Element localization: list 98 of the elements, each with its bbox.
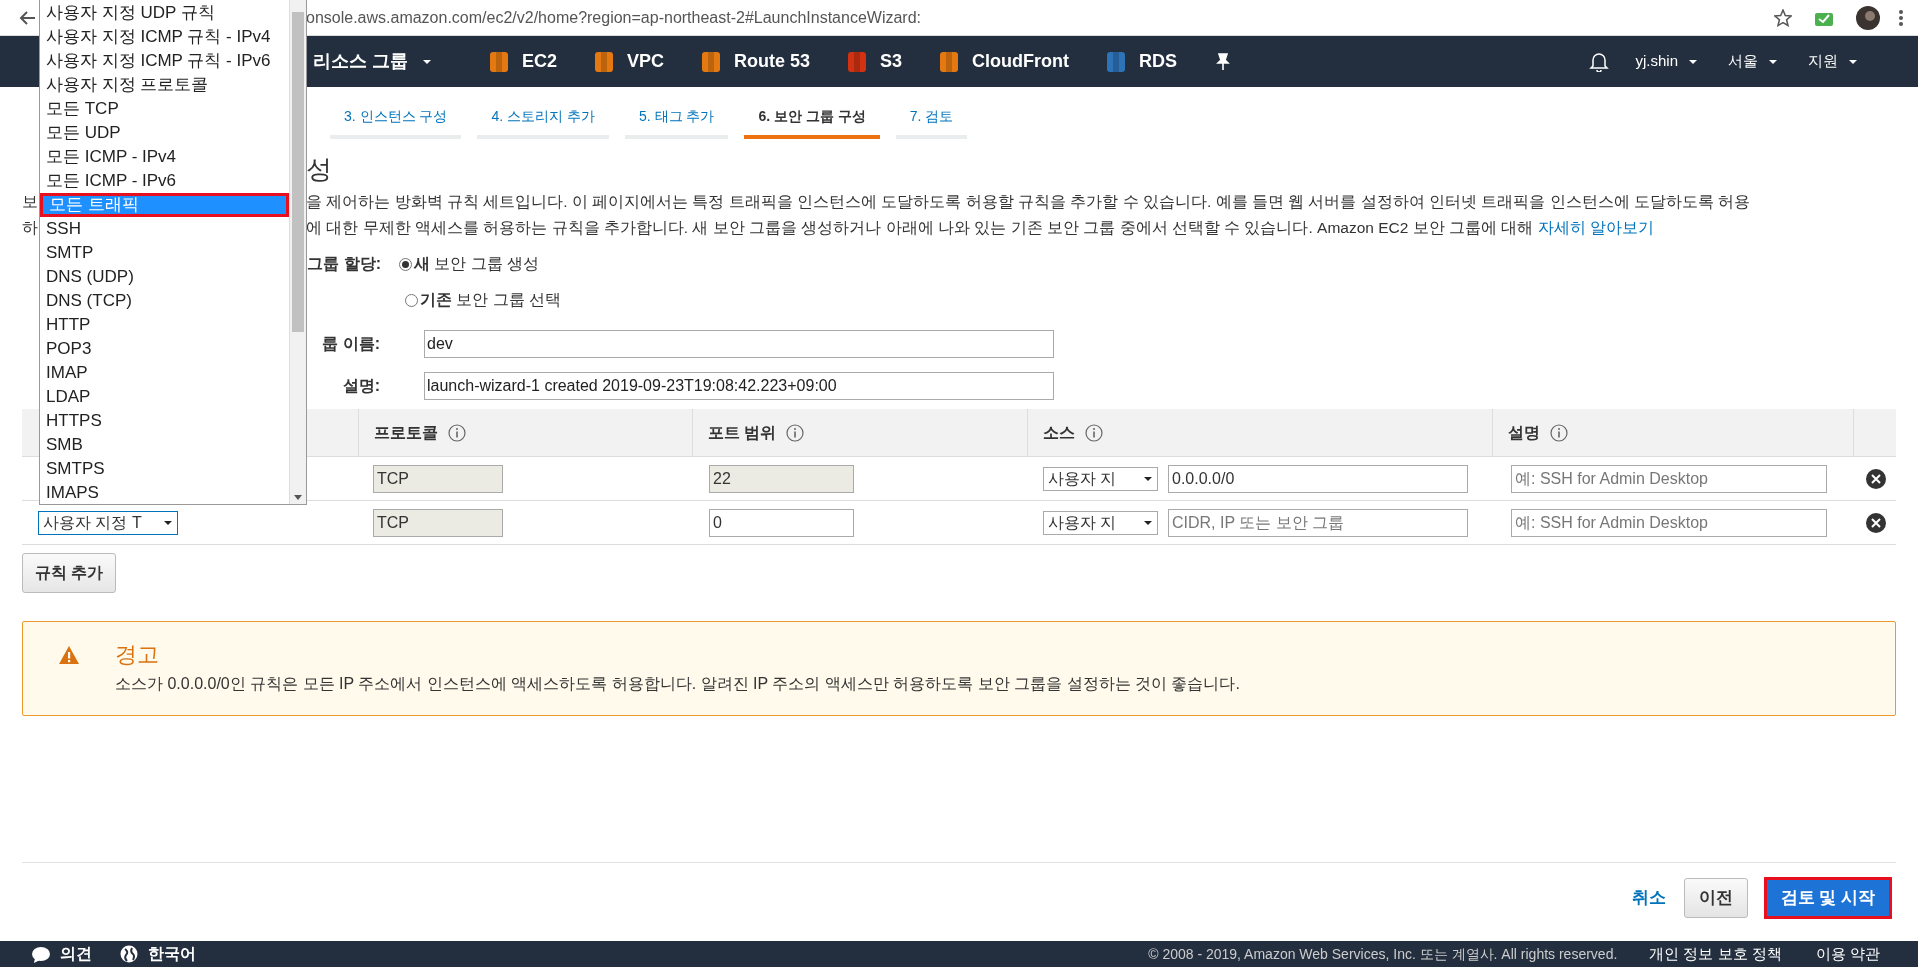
feedback-link[interactable]: 의견 [32, 942, 92, 966]
dropdown-option[interactable]: SMTPS [40, 457, 289, 481]
radio-option[interactable]: 기존 보안 그룹 선택 [405, 288, 562, 312]
caret-icon [1848, 58, 1858, 65]
info-icon[interactable] [1085, 423, 1103, 442]
dropdown-option[interactable]: 사용자 지정 프로토콜 [40, 73, 289, 97]
column-header: 포트 범위 [708, 422, 777, 443]
service-link[interactable]: RDS [1105, 48, 1178, 75]
service-link[interactable]: VPC [593, 48, 665, 75]
type-select[interactable]: 사용자 지정 T [38, 510, 178, 535]
scroll-down-icon[interactable] [294, 495, 302, 500]
caret-icon [1688, 58, 1698, 65]
caret-icon [1768, 58, 1778, 65]
dropdown-option[interactable]: SMTP [40, 241, 289, 265]
dropdown-option[interactable]: LDAP [40, 385, 289, 409]
dropdown-option[interactable]: HTTPS [40, 409, 289, 433]
radio-button[interactable] [405, 293, 418, 307]
caret-icon [1143, 475, 1153, 482]
wizard-step-tab[interactable]: 5. 태그 추가 [624, 106, 729, 139]
scrollbar-thumb[interactable] [292, 12, 304, 332]
service-link[interactable]: Route 53 [700, 48, 811, 75]
dropdown-option[interactable]: IMAP [40, 361, 289, 385]
add-rule-button[interactable]: 규칙 추가 [22, 553, 117, 593]
text-input[interactable]: launch-wizard-1 created 2019-09-23T19:08:42.223+09:00 [424, 372, 1054, 400]
field-label: 설명: [342, 376, 380, 396]
source-input[interactable]: 0.0.0.0/0 [1168, 464, 1468, 493]
footer-link[interactable]: 개인 정보 보호 정책 [1649, 942, 1782, 966]
description-text: 보 [22, 193, 38, 211]
dropdown-option[interactable]: 사용자 지정 UDP 규칙 [40, 1, 289, 25]
bookmark-star-icon[interactable] [1774, 8, 1792, 27]
description-text: 을 제어하는 방화벽 규칙 세트입니다. 이 페이지에서는 특정 트래픽을 인스턴스에 도달하도록 허용할 규칙을 추가할 수 있습니다. 예를 들면 웹 서버를 설정하여 인터넷 트래픽을 인스턴스에 도달하도록 허용 [306, 192, 1751, 213]
language-link[interactable]: 한국어 [120, 942, 196, 966]
dropdown-option[interactable]: 모든 UDP [40, 121, 289, 145]
dropdown-option[interactable]: 모든 ICMP - IPv6 [40, 169, 289, 193]
address-bar-url[interactable]: onsole.aws.amazon.com/ec2/v2/home?region=ap-northeast-2#LaunchInstanceWizard: [306, 5, 922, 30]
column-header: 설명 [1508, 422, 1540, 443]
warning-icon [58, 645, 80, 665]
source-select[interactable]: 사용자 지 [1043, 466, 1158, 491]
dropdown-option[interactable]: IMAPS [40, 481, 289, 505]
info-icon[interactable] [448, 423, 466, 442]
dropdown-option[interactable]: 사용자 지정 ICMP 규칙 - IPv4 [40, 25, 289, 49]
warning-text: 소스가 0.0.0.0/0인 규칙은 모든 IP 주소에서 인스턴스에 액세스하도록 허용합니다. 알려진 IP 주소의 액세스만 허용하도록 보안 그룹을 설정하는 것이 좋습니다. [115, 674, 1240, 694]
radio-option[interactable]: 새 보안 그룹 생성 [399, 252, 540, 276]
column-header: 프로토콜 [374, 422, 438, 443]
text-input[interactable]: dev [424, 330, 1054, 358]
warning-title: 경고 [115, 642, 160, 668]
port-input: 22 [709, 464, 854, 493]
speech-bubble-icon [32, 945, 50, 963]
back-button[interactable]: 이전 [1683, 878, 1748, 918]
service-link[interactable]: EC2 [488, 48, 558, 75]
field-label: 그룹 할당: [307, 254, 381, 274]
resource-groups-menu[interactable]: 리소스 그룹 [313, 48, 432, 75]
source-select[interactable]: 사용자 지 [1043, 510, 1158, 535]
dropdown-option[interactable]: POP3 [40, 337, 289, 361]
copyright-text: © 2008 - 2019, Amazon Web Services, Inc. 또는 계열사. All rights reserved. [1148, 944, 1618, 964]
dropdown-option[interactable]: 모든 TCP [40, 97, 289, 121]
caret-icon [163, 519, 173, 526]
scrollbar[interactable] [289, 0, 306, 504]
dropdown-option[interactable]: SMB [40, 433, 289, 457]
dropdown-option[interactable]: 모든 ICMP - IPv4 [40, 145, 289, 169]
description-text: 하 [22, 219, 38, 237]
description-text: 에 대한 무제한 액세스를 허용하는 규칙을 추가합니다. 새 보안 그룹을 생성하거나 아래에 나와 있는 기존 보안 그룹 중에서 선택할 수 있습니다. Amazon EC2 보안 그룹에 대해 자세히 알아보기 [306, 218, 1654, 239]
column-header: 소스 [1043, 422, 1075, 443]
dropdown-option[interactable]: DNS (UDP) [40, 265, 289, 289]
source-input[interactable]: CIDR, IP 또는 보안 그룹 [1168, 508, 1468, 537]
wizard-step-tab[interactable]: 6. 보안 그룹 구성 [744, 106, 880, 139]
type-dropdown-list[interactable]: 사용자 지정 UDP 규칙 사용자 지정 ICMP 규칙 - IPv4 사용자 지정 ICMP 규칙 - IPv6 사용자 지정 프로토콜 모든 TCP 모든 UDP 모든 ICMP - IPv4 모든 ICMP - IPv6 모든 트래픽 SSH SMTP DNS (UDP) DNS (TCP) HTTP POP3 IMAP LDAP HTTPS SMB SMTPS IMAPS [39, 0, 307, 505]
caret-icon [422, 58, 432, 65]
service-link[interactable]: CloudFront [938, 48, 1070, 75]
learn-more-link[interactable]: 자세히 알아보기 [1537, 219, 1654, 237]
description-input[interactable]: 예: SSH for Admin Desktop [1511, 464, 1827, 493]
nav-menu[interactable]: 서울 [1728, 50, 1778, 73]
profile-avatar[interactable] [1856, 5, 1880, 30]
dropdown-option[interactable]: 사용자 지정 ICMP 규칙 - IPv6 [40, 49, 289, 73]
review-and-launch-button[interactable]: 검토 및 시작 [1763, 877, 1892, 919]
nav-menu[interactable]: yj.shin [1635, 50, 1698, 73]
cancel-link[interactable]: 취소 [1631, 885, 1666, 911]
page-title: 성 [306, 152, 332, 186]
port-input[interactable]: 0 [709, 508, 854, 537]
globe-icon [120, 945, 138, 963]
info-icon[interactable] [1550, 423, 1568, 442]
dropdown-option[interactable]: SSH [40, 217, 289, 241]
footer-link[interactable]: 이용 약관 [1815, 942, 1880, 966]
description-input[interactable]: 예: SSH for Admin Desktop [1511, 508, 1827, 537]
dropdown-option[interactable]: HTTP [40, 313, 289, 337]
wizard-step-tab[interactable]: 3. 인스턴스 구성 [330, 106, 462, 139]
radio-button[interactable] [399, 257, 412, 271]
menu-icon[interactable] [1898, 8, 1904, 27]
service-link[interactable]: S3 [846, 48, 903, 75]
caret-icon [1143, 519, 1153, 526]
dropdown-option[interactable]: DNS (TCP) [40, 289, 289, 313]
notifications-icon[interactable] [1589, 51, 1610, 72]
wizard-step-tab[interactable]: 4. 스토리지 추가 [477, 106, 609, 139]
field-label: 룹 이름: [322, 334, 380, 354]
wizard-step-tab[interactable]: 7. 검토 [895, 106, 968, 139]
info-icon[interactable] [786, 423, 805, 442]
back-icon[interactable] [18, 9, 36, 26]
nav-menu[interactable]: 지원 [1808, 50, 1858, 73]
